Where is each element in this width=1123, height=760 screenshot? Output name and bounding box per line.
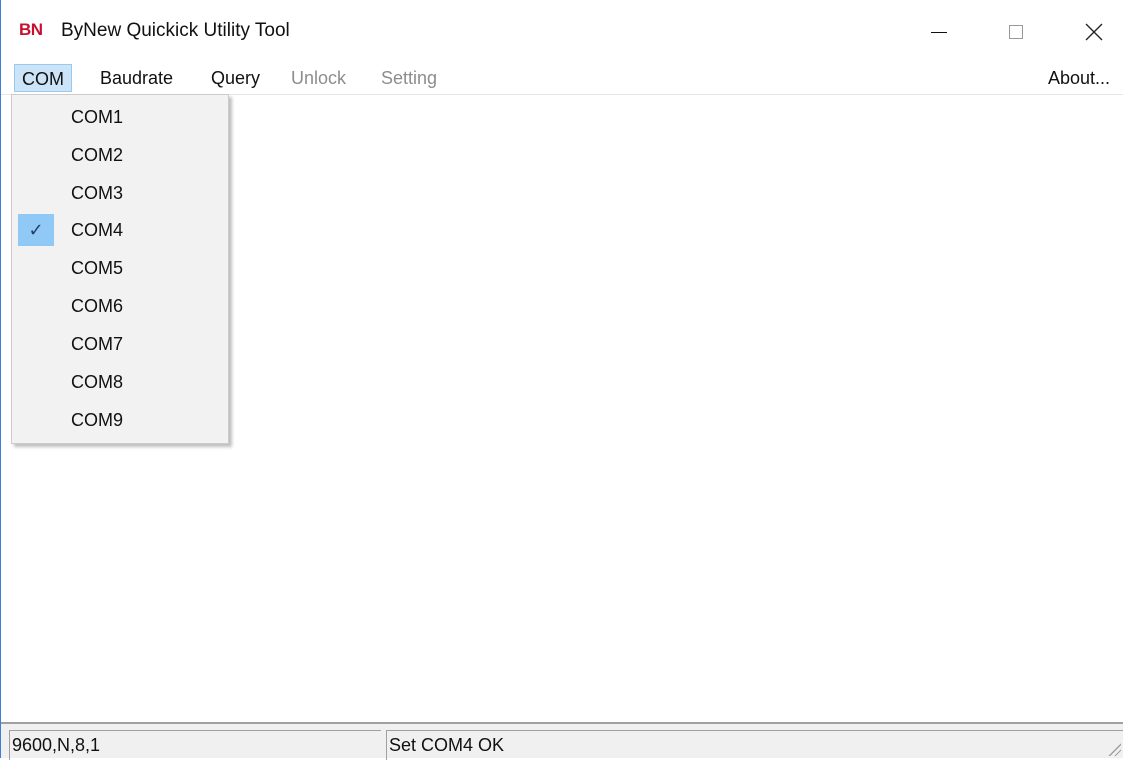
menu-item-com8[interactable]: COM8: [14, 364, 226, 400]
minimize-icon: [931, 31, 947, 33]
menu-item-label: COM3: [71, 183, 124, 203]
status-bar: 9600,N,8,1 Set COM4 OK: [1, 722, 1123, 760]
menu-bar: COM Baudrate Query Unlock Setting About.…: [1, 62, 1123, 95]
close-button[interactable]: [1071, 12, 1117, 52]
menu-item-com6[interactable]: COM6: [14, 288, 226, 324]
app-window: BN ByNew Quickick Utility Tool COM Baudr…: [0, 0, 1123, 760]
menu-item-com1[interactable]: COM1: [14, 99, 226, 135]
menu-item-label: COM6: [71, 296, 124, 316]
minimize-button[interactable]: [916, 12, 962, 52]
status-serial-settings: 9600,N,8,1: [9, 730, 381, 760]
resize-grip-icon[interactable]: [1107, 742, 1121, 756]
menu-item-com5[interactable]: COM5: [14, 250, 226, 286]
menu-item-label: COM1: [71, 107, 124, 127]
menu-item-com2[interactable]: COM2: [14, 137, 226, 173]
menu-baudrate[interactable]: Baudrate: [93, 64, 180, 92]
status-message: Set COM4 OK: [386, 730, 1123, 760]
app-logo-icon: BN: [19, 20, 43, 39]
menu-item-com9[interactable]: COM9: [14, 402, 226, 438]
menu-unlock[interactable]: Unlock: [284, 64, 353, 92]
menu-query[interactable]: Query: [204, 64, 267, 92]
maximize-button[interactable]: [993, 12, 1039, 52]
maximize-icon: [1009, 25, 1023, 39]
checkmark-icon: ✓: [18, 214, 54, 246]
menu-item-label: COM4: [71, 220, 124, 240]
close-icon: [1085, 23, 1103, 41]
menu-com[interactable]: COM: [14, 64, 72, 92]
menu-about[interactable]: About...: [1041, 64, 1117, 92]
com-port-dropdown: COM1 COM2 COM3 ✓ COM4 COM5 COM6 COM7 COM…: [11, 94, 229, 444]
window-title: ByNew Quickick Utility Tool: [61, 20, 290, 41]
title-bar[interactable]: BN ByNew Quickick Utility Tool: [1, 0, 1123, 62]
menu-item-label: COM8: [71, 372, 124, 392]
menu-setting[interactable]: Setting: [374, 64, 444, 92]
menu-item-label: COM7: [71, 334, 124, 354]
menu-item-com3[interactable]: COM3: [14, 175, 226, 211]
menu-item-label: COM5: [71, 258, 124, 278]
menu-item-com4[interactable]: ✓ COM4: [14, 212, 226, 248]
menu-item-com7[interactable]: COM7: [14, 326, 226, 362]
menu-item-label: COM2: [71, 145, 124, 165]
menu-item-label: COM9: [71, 410, 124, 430]
